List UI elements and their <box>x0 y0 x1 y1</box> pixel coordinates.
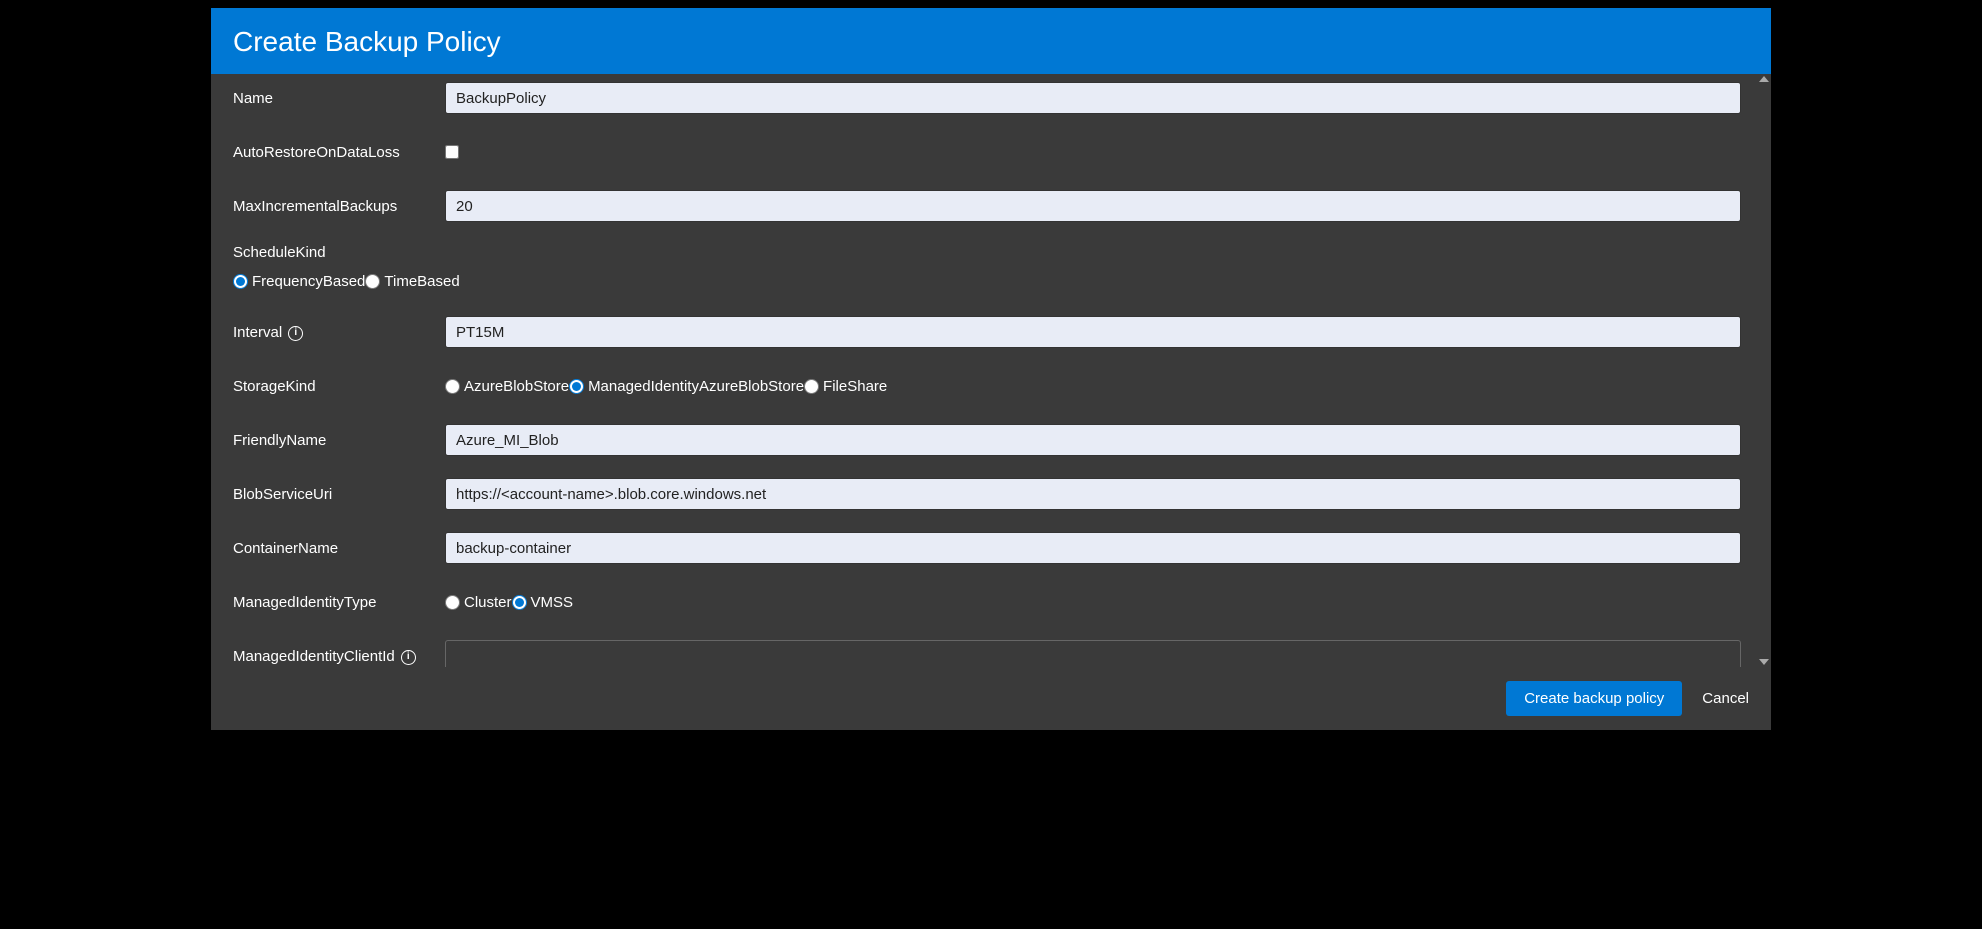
blobserviceuri-input[interactable] <box>445 478 1741 510</box>
create-backup-policy-dialog: Create Backup Policy Name AutoRestoreOnD… <box>211 8 1771 730</box>
radio-timebased-label: TimeBased <box>384 273 459 290</box>
radio-fileshare[interactable]: FileShare <box>804 378 887 395</box>
storagekind-radiogroup: AzureBlobStore ManagedIdentityAzureBlobS… <box>445 378 1741 395</box>
dialog-title: Create Backup Policy <box>211 8 1771 74</box>
radio-managedidentityazureblobstore[interactable]: ManagedIdentityAzureBlobStore <box>569 378 804 395</box>
radio-vmss-label: VMSS <box>531 594 574 611</box>
maxincremental-input[interactable] <box>445 190 1741 222</box>
row-managedidentityclientid: ManagedIdentityClientId i Client-id of t… <box>233 640 1741 667</box>
cancel-button[interactable]: Cancel <box>1702 690 1749 707</box>
label-containername: ContainerName <box>233 540 445 557</box>
row-interval: Interval i <box>233 316 1741 348</box>
radio-azureblobstore[interactable]: AzureBlobStore <box>445 378 569 395</box>
radio-managedidentityazureblobstore-label: ManagedIdentityAzureBlobStore <box>588 378 804 395</box>
radio-timebased-input[interactable] <box>365 274 380 289</box>
row-maxincremental: MaxIncrementalBackups <box>233 190 1741 222</box>
radio-fileshare-input[interactable] <box>804 379 819 394</box>
radio-cluster[interactable]: Cluster <box>445 594 512 611</box>
row-autorestore: AutoRestoreOnDataLoss <box>233 136 1741 168</box>
radio-fileshare-label: FileShare <box>823 378 887 395</box>
row-blobserviceuri: BlobServiceUri <box>233 478 1741 510</box>
label-maxincremental: MaxIncrementalBackups <box>233 198 445 215</box>
radio-cluster-input[interactable] <box>445 595 460 610</box>
label-autorestore: AutoRestoreOnDataLoss <box>233 144 445 161</box>
friendlyname-input[interactable] <box>445 424 1741 456</box>
managedidentityclientid-input[interactable] <box>445 640 1741 667</box>
radio-frequencybased-input[interactable] <box>233 274 248 289</box>
row-containername: ContainerName <box>233 532 1741 564</box>
create-backup-policy-button[interactable]: Create backup policy <box>1506 681 1682 716</box>
label-friendlyname: FriendlyName <box>233 432 445 449</box>
interval-input[interactable] <box>445 316 1741 348</box>
label-storagekind: StorageKind <box>233 378 445 395</box>
radio-frequencybased[interactable]: FrequencyBased <box>233 273 365 290</box>
label-managedidentityclientid: ManagedIdentityClientId <box>233 648 395 665</box>
label-managedidentitytype: ManagedIdentityType <box>233 594 445 611</box>
info-icon[interactable]: i <box>288 326 303 341</box>
dialog-body-scroll[interactable]: Name AutoRestoreOnDataLoss MaxIncrementa… <box>211 74 1771 667</box>
row-managedidentitytype: ManagedIdentityType Cluster VMSS <box>233 586 1741 618</box>
label-blobserviceuri: BlobServiceUri <box>233 486 445 503</box>
autorestore-checkbox[interactable] <box>445 145 459 159</box>
radio-frequencybased-label: FrequencyBased <box>252 273 365 290</box>
label-name: Name <box>233 90 445 107</box>
label-schedulekind: ScheduleKind <box>233 244 1741 261</box>
label-interval: Interval <box>233 324 282 341</box>
schedulekind-radiogroup: FrequencyBased TimeBased <box>233 273 1741 290</box>
info-icon[interactable]: i <box>401 650 416 665</box>
radio-timebased[interactable]: TimeBased <box>365 273 459 290</box>
row-name: Name <box>233 82 1741 114</box>
radio-azureblobstore-input[interactable] <box>445 379 460 394</box>
row-friendlyname: FriendlyName <box>233 424 1741 456</box>
radio-azureblobstore-label: AzureBlobStore <box>464 378 569 395</box>
row-storagekind: StorageKind AzureBlobStore ManagedIdenti… <box>233 370 1741 402</box>
dialog-footer: Create backup policy Cancel <box>211 667 1771 730</box>
radio-managedidentityazureblobstore-input[interactable] <box>569 379 584 394</box>
radio-vmss[interactable]: VMSS <box>512 594 574 611</box>
radio-cluster-label: Cluster <box>464 594 512 611</box>
containername-input[interactable] <box>445 532 1741 564</box>
name-input[interactable] <box>445 82 1741 114</box>
radio-vmss-input[interactable] <box>512 595 527 610</box>
managedidentitytype-radiogroup: Cluster VMSS <box>445 594 1741 611</box>
